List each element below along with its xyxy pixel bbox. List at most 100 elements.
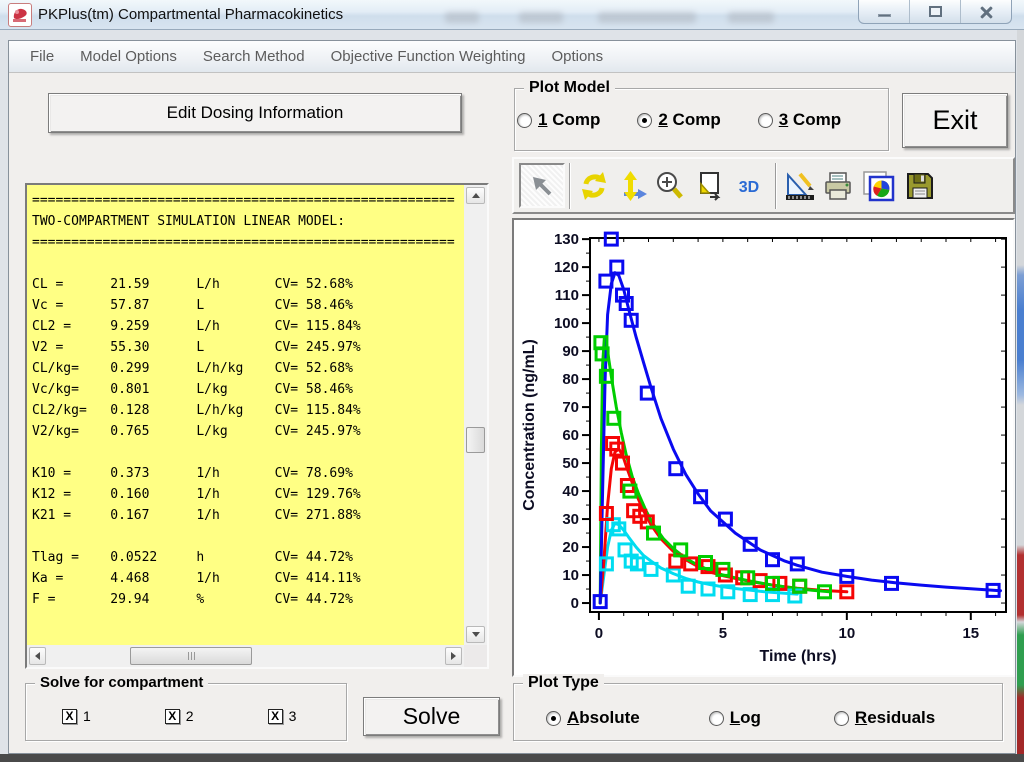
- app-icon: [8, 3, 32, 27]
- results-line: [32, 526, 459, 547]
- vertical-scrollbar[interactable]: [464, 185, 487, 645]
- radio-option-3-comp[interactable]: 3 Comp: [757, 110, 841, 130]
- exit-button[interactable]: Exit: [902, 93, 1008, 148]
- menu-item-objective-function-weighting[interactable]: Objective Function Weighting: [318, 48, 539, 65]
- radio-option-2-comp[interactable]: 2 Comp: [637, 110, 721, 130]
- y-tick-label: 50: [562, 455, 579, 472]
- screen: PKPlus(tm) Compartmental Pharmacokinetic…: [0, 0, 1024, 762]
- window-controls: [858, 0, 1012, 24]
- copy-page-tool-button[interactable]: [689, 165, 727, 207]
- results-textarea[interactable]: ========================================…: [27, 185, 464, 645]
- y-tick-label: 130: [554, 231, 579, 248]
- background-window-edge: [1017, 30, 1024, 754]
- zoom-in-icon: [657, 171, 683, 199]
- y-tick-label: 60: [562, 427, 579, 444]
- menu-bar: File Model Options Search Method Objective …: [9, 41, 1015, 73]
- y-tick-label: 80: [562, 371, 579, 388]
- plot-frame: [589, 237, 1007, 613]
- y-axis-title: Concentration (ng/mL): [521, 339, 538, 511]
- results-line: [32, 442, 459, 463]
- results-line: [32, 253, 459, 274]
- minimize-icon: [877, 14, 891, 17]
- scroll-left-button[interactable]: [29, 647, 46, 665]
- edit-dosing-button[interactable]: Edit Dosing Information: [48, 93, 462, 133]
- close-button[interactable]: [961, 0, 1011, 23]
- results-line: CL/kg= 0.299 L/h/kg CV= 52.68%: [32, 361, 353, 376]
- background-menu-ghost: [519, 12, 563, 23]
- radio-icon: [833, 710, 849, 726]
- results-line: Vc = 57.87 L CV= 58.46%: [32, 298, 353, 313]
- solve-checkboxes: X1 X2 X3: [62, 708, 296, 724]
- results-line: Tlag = 0.0522 h CV= 44.72%: [32, 550, 353, 565]
- results-line: V2 = 55.30 L CV= 245.97%: [32, 340, 361, 355]
- window-title: PKPlus(tm) Compartmental Pharmacokinetic…: [38, 6, 344, 23]
- svg-text:3D: 3D: [739, 179, 759, 196]
- y-tick-label: 90: [562, 343, 579, 360]
- maximize-button[interactable]: [910, 0, 961, 23]
- zoom-tool-button[interactable]: [651, 165, 689, 207]
- menu-item-options[interactable]: Options: [538, 48, 616, 65]
- vertical-scroll-thumb[interactable]: [466, 427, 485, 453]
- checkbox-icon: X: [267, 708, 283, 724]
- radio-selected-icon: [637, 112, 653, 128]
- results-line: K10 = 0.373 1/h CV= 78.69%: [32, 466, 353, 481]
- horizontal-scroll-thumb[interactable]: [130, 647, 252, 665]
- chart-panel: 0 10 20 30 40 50 60 70 80 90 100 110 120 130 0 5 10 15 Tim…: [512, 218, 1015, 677]
- save-icon: [907, 172, 933, 199]
- print-icon: [825, 171, 851, 200]
- radio-option-residuals[interactable]: Residuals: [833, 708, 935, 728]
- radio-icon: [517, 112, 532, 128]
- measure-edit-tool-button[interactable]: [781, 165, 819, 207]
- menu-item-file[interactable]: File: [17, 48, 67, 65]
- toolbar-separator: [569, 162, 571, 209]
- y-tick-label: 10: [562, 567, 579, 584]
- results-line: ========================================…: [32, 235, 455, 250]
- x-tick-label: 15: [962, 625, 979, 642]
- scroll-down-button[interactable]: [466, 626, 485, 643]
- 3d-view-tool-button[interactable]: 3D: [727, 165, 771, 207]
- radio-icon: [757, 112, 773, 128]
- results-line: K12 = 0.160 1/h CV= 129.76%: [32, 487, 361, 502]
- pan-axes-tool-button[interactable]: [613, 165, 651, 207]
- minimize-button[interactable]: [859, 0, 910, 23]
- results-line: K21 = 0.167 1/h CV= 271.88%: [32, 508, 361, 523]
- horizontal-scrollbar[interactable]: [27, 645, 464, 667]
- x-tick-label: 10: [838, 625, 855, 642]
- results-panel: ========================================…: [25, 183, 489, 669]
- toolbar-separator: [775, 162, 777, 209]
- save-tool-button[interactable]: [901, 165, 939, 207]
- pointer-icon: [533, 176, 552, 195]
- checkbox-compartment-2[interactable]: X2: [164, 708, 194, 724]
- y-tick-label: 40: [562, 483, 579, 500]
- radio-option-log[interactable]: Log: [708, 708, 761, 728]
- concentration-time-chart[interactable]: 0 10 20 30 40 50 60 70 80 90 100 110 120 130 0 5 10 15 Tim…: [514, 220, 1013, 675]
- plot-type-options: Absolute Log Residuals: [546, 708, 935, 728]
- scroll-right-button[interactable]: [445, 647, 462, 665]
- radio-option-absolute[interactable]: Absolute: [546, 708, 640, 728]
- scroll-up-button[interactable]: [466, 187, 485, 204]
- checkbox-compartment-1[interactable]: X1: [62, 708, 91, 724]
- y-tick-label: 120: [554, 259, 579, 276]
- checkbox-compartment-3[interactable]: X3: [267, 708, 296, 724]
- checkbox-icon: X: [62, 708, 77, 724]
- y-tick-label: 20: [562, 539, 579, 556]
- chart-toolbar: 3D: [512, 157, 1015, 214]
- refresh-tool-button[interactable]: [575, 165, 613, 207]
- menu-item-model-options[interactable]: Model Options: [67, 48, 190, 65]
- y-tick-label: 0: [571, 595, 579, 612]
- copy-page-icon: [700, 171, 721, 201]
- plot-model-caption: Plot Model: [524, 79, 615, 97]
- background-menu-ghost: [598, 12, 696, 23]
- solve-button[interactable]: Solve: [363, 697, 500, 736]
- comp3-observed-marker: [680, 578, 696, 594]
- print-tool-button[interactable]: [819, 165, 857, 207]
- plot-model-options: 1 Comp 2 Comp 3 Comp: [517, 110, 841, 130]
- menu-item-search-method[interactable]: Search Method: [190, 48, 318, 65]
- x-axis-title: Time (hrs): [759, 648, 836, 665]
- results-line: Vc/kg= 0.801 L/kg CV= 58.46%: [32, 382, 353, 397]
- pointer-tool-button[interactable]: [519, 163, 565, 208]
- radio-option-1-comp[interactable]: 1 Comp: [517, 110, 600, 130]
- 3d-view-icon: 3D: [739, 179, 759, 196]
- chart-gallery-tool-button[interactable]: [857, 165, 901, 207]
- y-tick-label: 100: [554, 315, 579, 332]
